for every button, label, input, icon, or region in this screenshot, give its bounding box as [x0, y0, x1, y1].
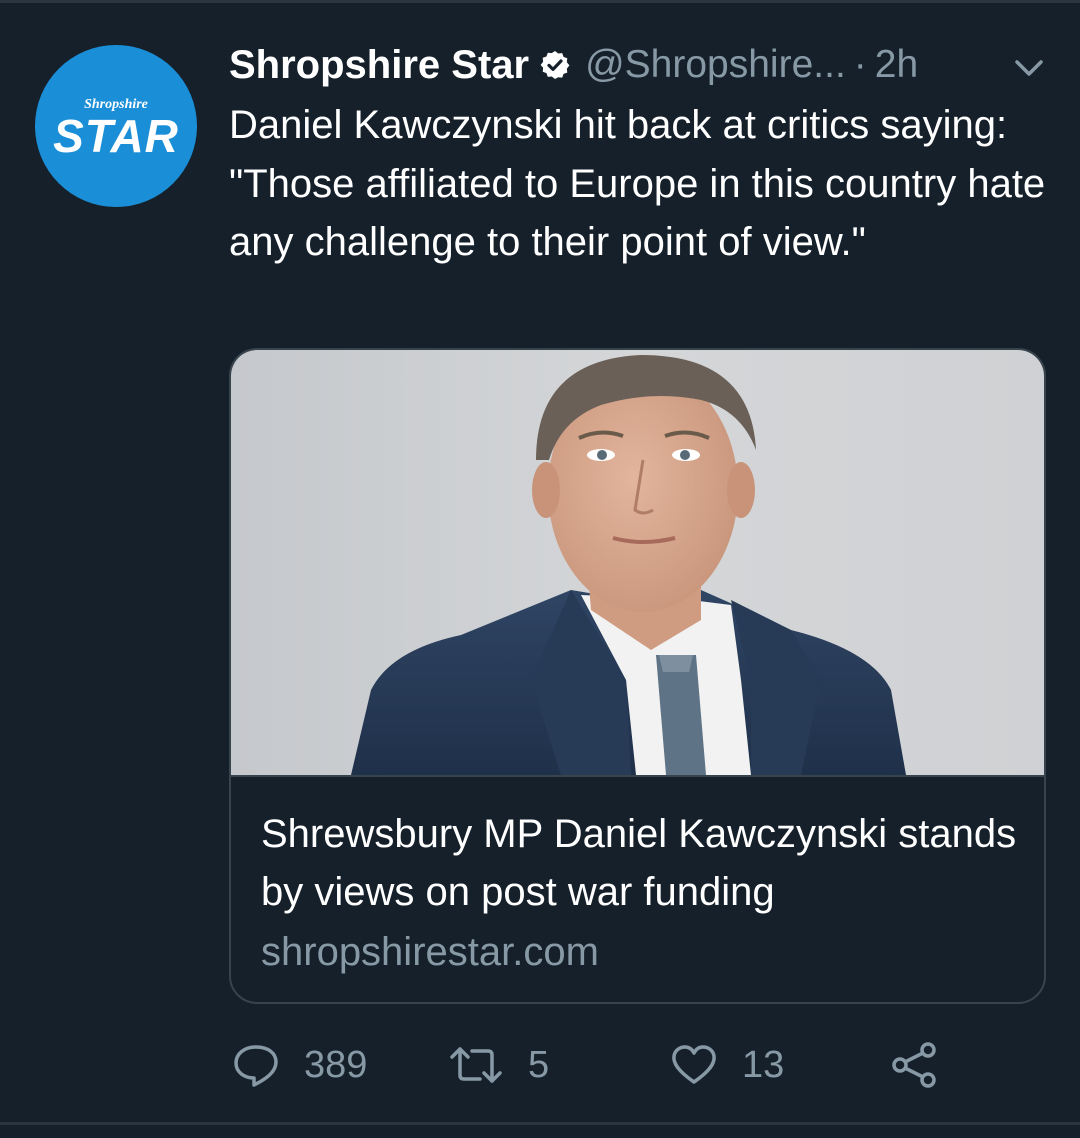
card-title: Shrewsbury MP Daniel Kawczynski stands b…: [261, 812, 1017, 914]
verified-badge-icon: [540, 51, 570, 79]
like-count: 13: [742, 1043, 785, 1086]
chevron-down-icon[interactable]: [1012, 55, 1046, 81]
handle[interactable]: @Shropshire...: [585, 43, 846, 87]
link-card[interactable]: Shrewsbury MP Daniel Kawczynski stands b…: [229, 348, 1046, 1004]
timestamp[interactable]: 2h: [875, 43, 918, 87]
like-button[interactable]: 13: [670, 1040, 784, 1090]
bottom-divider: [0, 1122, 1080, 1125]
avatar[interactable]: Shropshire STAR: [35, 45, 197, 207]
retweet-icon: [450, 1047, 502, 1083]
top-divider: [0, 0, 1080, 3]
portrait-photo: [351, 355, 906, 775]
tweet-text: Daniel Kawczynski hit back at critics sa…: [229, 103, 1046, 264]
like-icon: [672, 1045, 716, 1084]
retweet-count: 5: [528, 1043, 550, 1086]
share-button[interactable]: [890, 1040, 940, 1090]
share-icon: [892, 1042, 936, 1088]
card-domain: shropshirestar.com: [261, 930, 599, 974]
separator-dot: ·: [853, 43, 867, 86]
reply-count: 389: [304, 1043, 368, 1086]
card-image: [231, 350, 1044, 777]
reply-icon: [234, 1045, 278, 1087]
tweet-header: Shropshire Star @Shropshire... · 2h: [229, 40, 918, 90]
display-name[interactable]: Shropshire Star: [229, 43, 529, 88]
reply-button[interactable]: 389: [232, 1040, 367, 1090]
avatar-big-text: STAR: [53, 110, 179, 162]
retweet-button[interactable]: 5: [448, 1040, 549, 1090]
